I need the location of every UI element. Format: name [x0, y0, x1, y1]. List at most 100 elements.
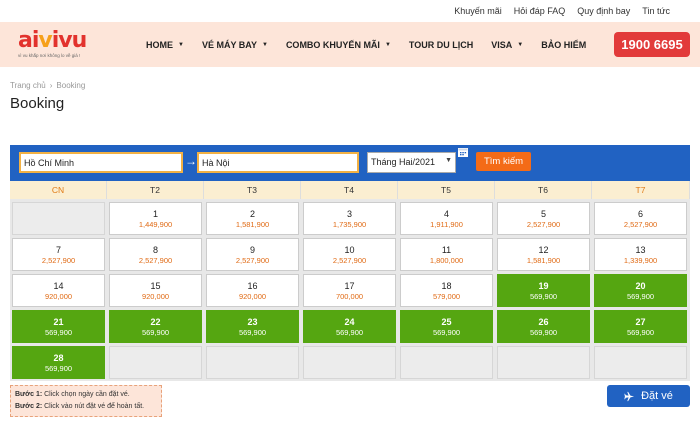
- calendar-day-cell[interactable]: 25 569,900: [400, 310, 493, 343]
- calendar-empty-cell: [12, 202, 105, 235]
- calendar-icon[interactable]: [458, 147, 468, 157]
- menu-item-home[interactable]: HOME ▼: [146, 40, 184, 50]
- calendar-day-cell[interactable]: 7 2,527,900: [12, 238, 105, 271]
- day-price: 569,900: [626, 327, 655, 337]
- calendar-day-cell[interactable]: 11 1,800,000: [400, 238, 493, 271]
- day-price: 2,527,900: [41, 255, 76, 265]
- day-number: 22: [150, 316, 161, 327]
- day-number: 5: [540, 208, 546, 219]
- breadcrumb-home[interactable]: Trang chủ: [10, 81, 46, 90]
- calendar-empty-cell: [594, 346, 687, 379]
- calendar-day-cell[interactable]: 9 2,527,900: [206, 238, 299, 271]
- calendar-empty-cell: [400, 346, 493, 379]
- calendar-day-cell[interactable]: 20 569,900: [594, 274, 687, 307]
- calendar-day-cell[interactable]: 22 569,900: [109, 310, 202, 343]
- menu-item-combo[interactable]: COMBO KHUYẾN MÃI ▼: [286, 40, 391, 50]
- menu-item-visa[interactable]: VISA ▼: [491, 40, 523, 50]
- day-price: 1,339,900: [623, 255, 658, 265]
- day-price: 1,581,900: [235, 219, 270, 229]
- step1-label: Bước 1:: [15, 391, 43, 398]
- day-price: 1,735,900: [332, 219, 367, 229]
- day-price: 920,000: [44, 291, 73, 301]
- weekday-header: T5: [398, 181, 495, 199]
- chevron-down-icon: ▼: [445, 157, 452, 164]
- search-button[interactable]: Tìm kiếm: [476, 152, 531, 171]
- day-price: 1,800,000: [429, 255, 464, 265]
- topbar-link-news[interactable]: Tin tức: [642, 6, 670, 16]
- day-number: 14: [53, 280, 64, 291]
- calendar-header-row: CN T2 T3 T4 T5 T6 T7: [10, 181, 690, 199]
- day-number: 26: [538, 316, 549, 327]
- chevron-down-icon: ▼: [517, 41, 524, 48]
- topbar-link-flight-rules[interactable]: Quy định bay: [577, 6, 630, 16]
- day-number: 19: [538, 280, 549, 291]
- day-number: 3: [346, 208, 352, 219]
- day-price: 2,527,900: [623, 219, 658, 229]
- booking-steps-note: Bước 1: Click chọn ngày cần đặt vé. Bước…: [10, 385, 162, 417]
- weekday-header: T2: [107, 181, 204, 199]
- chevron-down-icon: ▼: [261, 41, 268, 48]
- step2-text: Click vào nút đặt vé để hoàn tất.: [42, 403, 145, 410]
- day-price: 1,911,900: [430, 219, 463, 229]
- calendar-day-cell[interactable]: 2 1,581,900: [206, 202, 299, 235]
- topbar-link-promotions[interactable]: Khuyến mãi: [454, 6, 502, 16]
- calendar-day-cell[interactable]: 3 1,735,900: [303, 202, 396, 235]
- chevron-down-icon: ▼: [178, 41, 184, 48]
- month-select[interactable]: Tháng Hai/2021 ▼: [367, 152, 456, 173]
- calendar-day-cell[interactable]: 17 700,000: [303, 274, 396, 307]
- calendar-empty-cell: [109, 346, 202, 379]
- day-number: 20: [635, 280, 646, 291]
- day-price: 569,900: [238, 327, 267, 337]
- destination-input[interactable]: Hà Nội: [197, 152, 359, 173]
- day-price: 569,900: [626, 291, 655, 301]
- search-row: Hồ Chí Minh → Hà Nội Tháng Hai/2021 ▼ Tì…: [10, 145, 690, 181]
- calendar-day-cell[interactable]: 5 2,527,900: [497, 202, 590, 235]
- calendar-day-cell[interactable]: 8 2,527,900: [109, 238, 202, 271]
- calendar-day-cell[interactable]: 26 569,900: [497, 310, 590, 343]
- menu-item-flights[interactable]: VÉ MÁY BAY ▼: [202, 40, 268, 50]
- calendar-day-cell[interactable]: 16 920,000: [206, 274, 299, 307]
- day-price: 2,527,900: [235, 255, 270, 265]
- day-number: 7: [55, 244, 61, 255]
- day-number: 8: [152, 244, 158, 255]
- calendar-day-cell[interactable]: 23 569,900: [206, 310, 299, 343]
- weekday-header: T6: [495, 181, 592, 199]
- site-logo[interactable]: aivivu vì vu khắp nơi không lo về giá !: [18, 30, 108, 62]
- day-number: 15: [150, 280, 161, 291]
- calendar-empty-cell: [206, 346, 299, 379]
- calendar-day-cell[interactable]: 6 2,527,900: [594, 202, 687, 235]
- day-price: 700,000: [335, 291, 364, 301]
- calendar-day-cell[interactable]: 28 569,900: [12, 346, 105, 379]
- day-number: 10: [344, 244, 355, 255]
- airplane-icon: [624, 391, 635, 401]
- day-number: 28: [53, 352, 64, 363]
- calendar-day-cell[interactable]: 14 920,000: [12, 274, 105, 307]
- calendar-day-cell[interactable]: 19 569,900: [497, 274, 590, 307]
- calendar-day-cell[interactable]: 21 569,900: [12, 310, 105, 343]
- hotline-button[interactable]: 1900 6695: [614, 32, 690, 57]
- calendar-day-cell[interactable]: 12 1,581,900: [497, 238, 590, 271]
- calendar-day-cell[interactable]: 18 579,000: [400, 274, 493, 307]
- calendar-day-cell[interactable]: 24 569,900: [303, 310, 396, 343]
- calendar-day-cell[interactable]: 27 569,900: [594, 310, 687, 343]
- day-price: 920,000: [238, 291, 267, 301]
- calendar-day-cell[interactable]: 13 1,339,900: [594, 238, 687, 271]
- book-ticket-button[interactable]: Đặt vé: [607, 385, 690, 407]
- day-price: 920,000: [141, 291, 170, 301]
- calendar-day-cell[interactable]: 4 1,911,900: [400, 202, 493, 235]
- menu-item-tours[interactable]: TOUR DU LỊCH: [409, 40, 473, 50]
- day-price: 1,581,900: [526, 255, 561, 265]
- day-price: 1,449,900: [138, 219, 173, 229]
- arrow-right-icon: →: [185, 154, 197, 168]
- calendar-day-cell[interactable]: 1 1,449,900: [109, 202, 202, 235]
- day-price: 569,900: [44, 363, 73, 373]
- day-number: 24: [344, 316, 355, 327]
- day-number: 27: [635, 316, 646, 327]
- departure-input[interactable]: Hồ Chí Minh: [19, 152, 183, 173]
- calendar-day-cell[interactable]: 15 920,000: [109, 274, 202, 307]
- day-price: 569,900: [529, 327, 558, 337]
- day-price: 569,900: [44, 327, 73, 337]
- menu-item-insurance[interactable]: BẢO HIỂM: [541, 40, 586, 50]
- calendar-day-cell[interactable]: 10 2,527,900: [303, 238, 396, 271]
- topbar-link-faq[interactable]: Hỏi đáp FAQ: [514, 6, 566, 16]
